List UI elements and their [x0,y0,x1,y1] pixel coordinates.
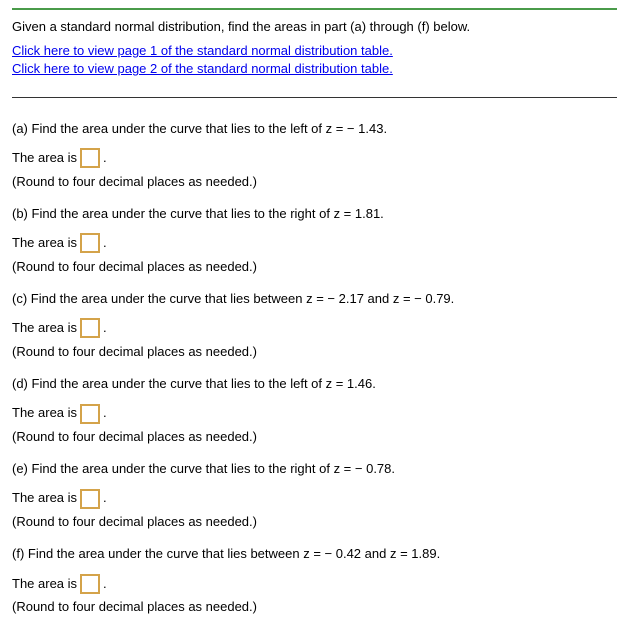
answer-input-b[interactable] [80,233,100,253]
question-b: (b) Find the area under the curve that l… [12,205,617,223]
answer-row-b: The area is . [12,233,617,254]
top-border [12,8,617,10]
answer-input-d[interactable] [80,404,100,424]
question-e: (e) Find the area under the curve that l… [12,460,617,478]
intro-text: Given a standard normal distribution, fi… [12,18,617,36]
part-b: (b) Find the area under the curve that l… [12,205,617,276]
question-f: (f) Find the area under the curve that l… [12,545,617,563]
answer-prefix: The area is [12,574,77,595]
answer-row-c: The area is . [12,318,617,339]
question-a: (a) Find the area under the curve that l… [12,120,617,138]
answer-input-c[interactable] [80,318,100,338]
answer-row-f: The area is . [12,574,617,595]
answer-prefix: The area is [12,403,77,424]
hint-f: (Round to four decimal places as needed.… [12,598,617,616]
answer-input-a[interactable] [80,148,100,168]
part-d: (d) Find the area under the curve that l… [12,375,617,446]
answer-prefix: The area is [12,488,77,509]
answer-input-f[interactable] [80,574,100,594]
answer-input-e[interactable] [80,489,100,509]
divider [12,97,617,98]
answer-prefix: The area is [12,233,77,254]
answer-prefix: The area is [12,148,77,169]
part-f: (f) Find the area under the curve that l… [12,545,617,616]
hint-b: (Round to four decimal places as needed.… [12,258,617,276]
link-table-page-2[interactable]: Click here to view page 2 of the standar… [12,60,617,78]
hint-c: (Round to four decimal places as needed.… [12,343,617,361]
part-e: (e) Find the area under the curve that l… [12,460,617,531]
answer-row-d: The area is . [12,403,617,424]
answer-suffix: . [103,233,107,254]
hint-a: (Round to four decimal places as needed.… [12,173,617,191]
answer-suffix: . [103,574,107,595]
question-d: (d) Find the area under the curve that l… [12,375,617,393]
answer-suffix: . [103,318,107,339]
part-a: (a) Find the area under the curve that l… [12,120,617,191]
hint-e: (Round to four decimal places as needed.… [12,513,617,531]
link-table-page-1[interactable]: Click here to view page 1 of the standar… [12,42,617,60]
answer-row-a: The area is . [12,148,617,169]
answer-suffix: . [103,403,107,424]
answer-prefix: The area is [12,318,77,339]
hint-d: (Round to four decimal places as needed.… [12,428,617,446]
answer-row-e: The area is . [12,488,617,509]
question-c: (c) Find the area under the curve that l… [12,290,617,308]
answer-suffix: . [103,488,107,509]
part-c: (c) Find the area under the curve that l… [12,290,617,361]
answer-suffix: . [103,148,107,169]
